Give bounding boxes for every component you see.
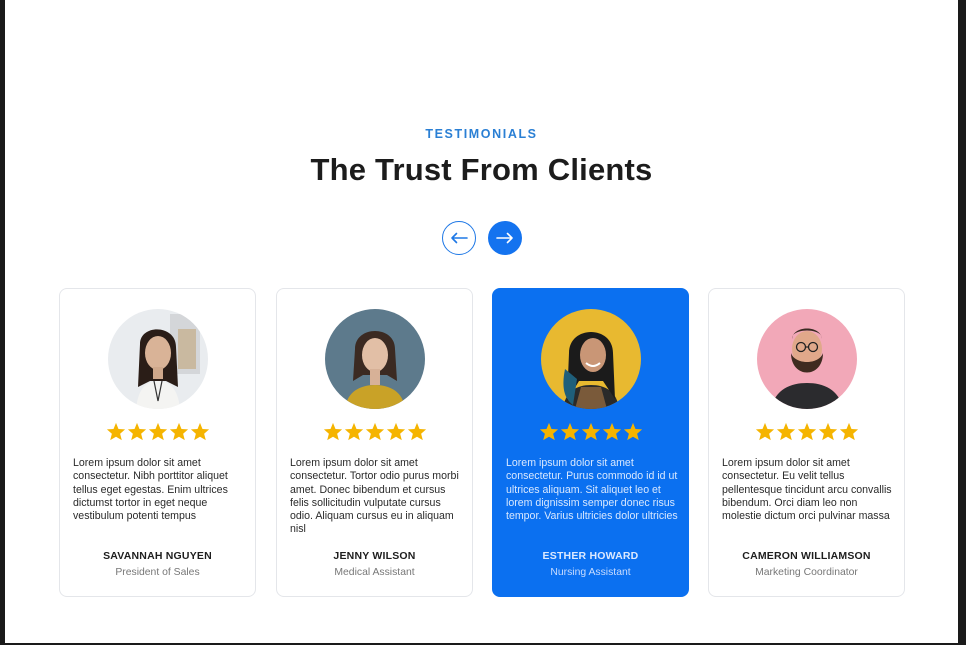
- testimonial-quote: Lorem ipsum dolor sit amet consectetur. …: [290, 457, 459, 536]
- testimonial-card-active[interactable]: Lorem ipsum dolor sit amet consectetur. …: [492, 288, 689, 597]
- section-eyebrow: TESTIMONIALS: [425, 127, 538, 141]
- testimonial-quote: Lorem ipsum dolor sit amet consectetur. …: [73, 457, 228, 523]
- arrow-left-icon: [451, 232, 468, 244]
- star-icon: [386, 422, 405, 441]
- testimonial-name: JENNY WILSON: [333, 550, 416, 562]
- avatar: [108, 309, 208, 409]
- testimonial-role: Medical Assistant: [334, 567, 415, 578]
- section-title: The Trust From Clients: [310, 152, 653, 187]
- star-icon: [169, 422, 188, 441]
- star-icon: [797, 422, 816, 441]
- star-icon: [323, 422, 342, 441]
- testimonial-role: Nursing Assistant: [550, 567, 631, 578]
- star-icon: [560, 422, 579, 441]
- rating-stars: [709, 422, 904, 441]
- star-icon: [539, 422, 558, 441]
- star-icon: [839, 422, 858, 441]
- star-icon: [776, 422, 795, 441]
- star-icon: [190, 422, 209, 441]
- star-icon: [344, 422, 363, 441]
- rating-stars: [277, 422, 472, 441]
- star-icon: [365, 422, 384, 441]
- star-icon: [623, 422, 642, 441]
- star-icon: [581, 422, 600, 441]
- next-button[interactable]: [488, 221, 522, 255]
- star-icon: [602, 422, 621, 441]
- star-icon: [127, 422, 146, 441]
- testimonial-card[interactable]: Lorem ipsum dolor sit amet consectetur. …: [59, 288, 256, 597]
- arrow-right-icon: [496, 232, 513, 244]
- previous-button[interactable]: [442, 221, 476, 255]
- testimonial-role: Marketing Coordinator: [755, 567, 858, 578]
- testimonial-card[interactable]: Lorem ipsum dolor sit amet consectetur. …: [276, 288, 473, 597]
- avatar: [757, 309, 857, 409]
- star-icon: [148, 422, 167, 441]
- rating-stars: [60, 422, 255, 441]
- avatar: [325, 309, 425, 409]
- testimonial-name: ESTHER HOWARD: [542, 550, 639, 562]
- star-icon: [755, 422, 774, 441]
- star-icon: [818, 422, 837, 441]
- star-icon: [407, 422, 426, 441]
- avatar: [541, 309, 641, 409]
- star-icon: [106, 422, 125, 441]
- rating-stars: [493, 422, 688, 441]
- testimonial-quote: Lorem ipsum dolor sit amet consectetur. …: [722, 457, 892, 523]
- testimonials-section: TESTIMONIALS The Trust From Clients Lore…: [5, 0, 958, 643]
- testimonial-card[interactable]: Lorem ipsum dolor sit amet consectetur. …: [708, 288, 905, 597]
- testimonial-name: SAVANNAH NGUYEN: [103, 550, 212, 562]
- testimonial-role: President of Sales: [115, 567, 200, 578]
- testimonial-name: CAMERON WILLIAMSON: [742, 550, 871, 562]
- testimonial-quote: Lorem ipsum dolor sit amet consectetur. …: [506, 457, 678, 523]
